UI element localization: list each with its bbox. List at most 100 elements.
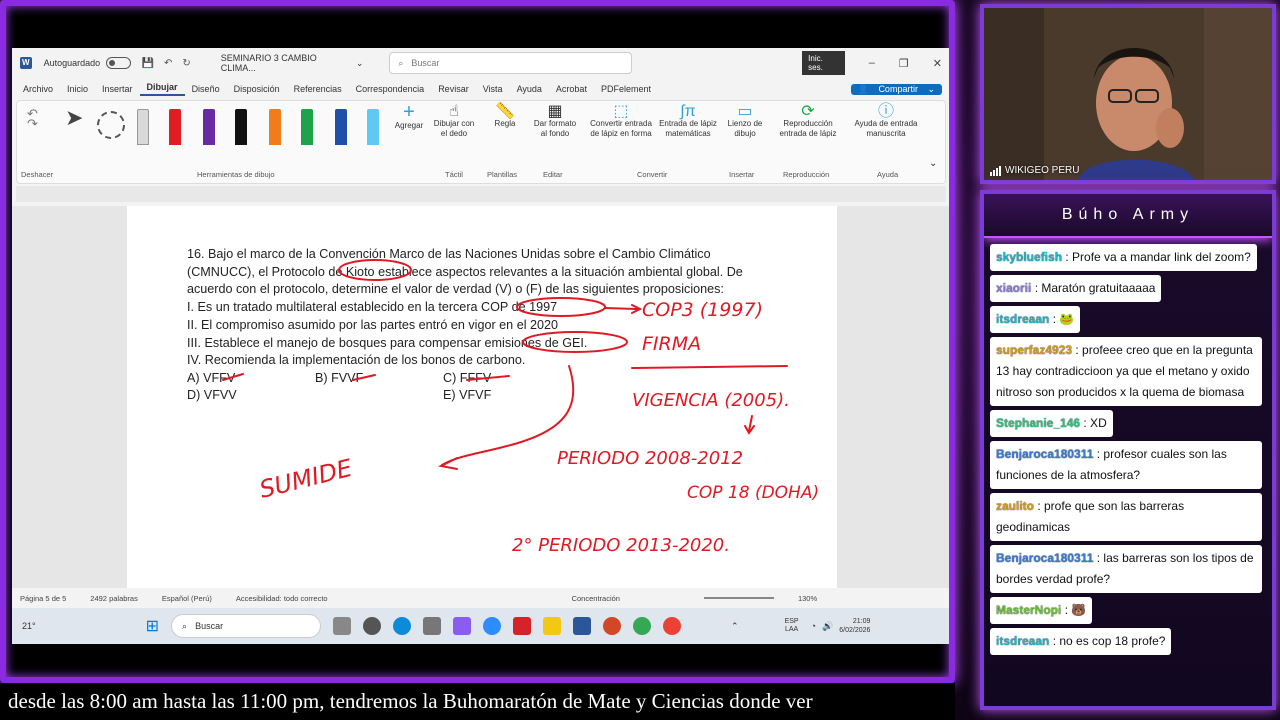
word-taskbar-icon[interactable] bbox=[573, 617, 592, 635]
blue-pen-icon[interactable] bbox=[335, 109, 347, 145]
minimize-icon[interactable]: – bbox=[869, 57, 875, 70]
redo-icon[interactable]: ↻ bbox=[182, 58, 190, 69]
chrome-icon[interactable] bbox=[633, 617, 652, 635]
ink-note: COP 18 (DOHA) bbox=[687, 483, 819, 503]
clock[interactable]: 21:09 6/02/2026 bbox=[839, 617, 870, 635]
undo-group-label: Deshacer bbox=[21, 170, 54, 179]
menu-vista[interactable]: Vista bbox=[476, 84, 510, 94]
language-indicator[interactable]: ESP LAA bbox=[785, 618, 799, 634]
document-title[interactable]: SEMINARIO 3 CAMBIO CLIMA... ⌄ bbox=[221, 53, 364, 73]
menu-referencias[interactable]: Referencias bbox=[287, 84, 349, 94]
page-count[interactable]: Página 5 de 5 bbox=[20, 594, 66, 603]
title-bar: W Autoguardado 💾 ↶ ↻ SEMINARIO 3 CAMBIO … bbox=[12, 48, 949, 78]
volume-icon[interactable]: 🔊 bbox=[822, 621, 833, 632]
chat-username[interactable]: skybluefish bbox=[996, 250, 1062, 264]
ink-arrow-cop3 bbox=[604, 307, 638, 310]
edge-icon[interactable] bbox=[393, 617, 412, 635]
menu-acrobat[interactable]: Acrobat bbox=[549, 84, 594, 94]
chat-username[interactable]: Benjaroca180311 bbox=[996, 447, 1093, 461]
weather-widget[interactable]: 21° bbox=[22, 621, 36, 631]
task-view-icon[interactable] bbox=[333, 617, 352, 635]
purple-pen-icon[interactable] bbox=[203, 109, 215, 145]
menu-pdfelement[interactable]: PDFelement bbox=[594, 84, 658, 94]
copilot-icon[interactable] bbox=[453, 617, 472, 635]
chat-message: skybluefish : Profe va a mandar link del… bbox=[990, 244, 1257, 271]
menu-disposicion[interactable]: Disposición bbox=[227, 84, 287, 94]
draw-with-finger-button[interactable]: ☝ Dibujar con el dedo bbox=[431, 104, 477, 139]
format-background-button[interactable]: ▦ Dar formato al fondo bbox=[531, 104, 579, 139]
autosave-label: Autoguardado bbox=[43, 58, 101, 68]
menu-ayuda[interactable]: Ayuda bbox=[510, 84, 549, 94]
chat-username[interactable]: Benjaroca180311 bbox=[996, 551, 1093, 565]
zoom-app-icon[interactable] bbox=[483, 617, 502, 635]
menu-dibujar[interactable]: Dibujar bbox=[139, 82, 185, 96]
windows-start-icon[interactable]: ⊞ bbox=[146, 616, 159, 636]
menu-revisar[interactable]: Revisar bbox=[431, 84, 476, 94]
tray-chevron-icon[interactable]: ⌃ bbox=[731, 621, 739, 632]
calculator-icon[interactable] bbox=[423, 617, 442, 635]
app-icon[interactable] bbox=[363, 617, 382, 635]
menu-diseno[interactable]: Diseño bbox=[185, 84, 227, 94]
ink-to-math-button[interactable]: ∫π Entrada de lápiz matemáticas bbox=[657, 104, 719, 139]
search-input[interactable]: ⌕ Buscar bbox=[389, 52, 633, 74]
canvas-icon: ▭ bbox=[737, 103, 753, 120]
file-explorer-icon[interactable] bbox=[543, 617, 562, 635]
templates-group-label: Plantillas bbox=[487, 170, 518, 179]
chat-text: : no es cop 18 profe? bbox=[1052, 634, 1166, 648]
ribbon-collapse-icon[interactable]: ⌄ bbox=[929, 159, 937, 169]
add-pen-button[interactable]: + Agregar bbox=[391, 102, 427, 131]
ruler-button[interactable]: 📏 Regla bbox=[487, 104, 523, 129]
chat-username[interactable]: MasterNopi bbox=[996, 603, 1061, 617]
chat-username[interactable]: zaulito bbox=[996, 499, 1034, 513]
document-page[interactable]: 16. Bajo el marco de la Convención Marco… bbox=[127, 206, 837, 588]
chat-username[interactable]: itsdreaan bbox=[996, 634, 1049, 648]
drawing-canvas-button[interactable]: ▭ Lienzo de dibujo bbox=[725, 104, 765, 139]
horizontal-ruler bbox=[16, 186, 946, 202]
language-status[interactable]: Español (Perú) bbox=[162, 594, 212, 603]
sign-in-button[interactable]: Inic. ses. bbox=[802, 51, 845, 75]
ink-replay-button[interactable]: ⟳ Reproducción entrada de lápiz bbox=[773, 104, 843, 139]
help-group-label: Ayuda bbox=[877, 170, 899, 179]
autosave-toggle[interactable] bbox=[106, 57, 132, 69]
word-count[interactable]: 2492 palabras bbox=[90, 594, 138, 603]
menu-inicio[interactable]: Inicio bbox=[60, 84, 95, 94]
chat-username[interactable]: Stephanie_146 bbox=[996, 416, 1080, 430]
menu-archivo[interactable]: Archivo bbox=[16, 84, 60, 94]
close-icon[interactable]: ✕ bbox=[933, 57, 942, 70]
plus-icon: + bbox=[403, 101, 415, 123]
undo-ribbon-icon[interactable]: ↶ ↷ bbox=[27, 107, 38, 130]
finger-icon: ☝ bbox=[449, 103, 459, 120]
accessibility-status[interactable]: Accesibilidad: todo correcto bbox=[236, 594, 328, 603]
chat-username[interactable]: itsdreaan bbox=[996, 312, 1049, 326]
select-cursor-icon[interactable]: ➤ bbox=[65, 107, 83, 129]
red-pen-icon[interactable] bbox=[169, 109, 181, 145]
webcam-feed bbox=[984, 8, 1272, 180]
restore-icon[interactable]: ❐ bbox=[899, 57, 909, 70]
document-area: 16. Bajo el marco de la Convención Marco… bbox=[12, 206, 949, 588]
undo-icon[interactable]: ↶ bbox=[164, 58, 172, 69]
zoom-level[interactable]: 130% bbox=[798, 594, 817, 603]
chrome-profile-icon[interactable] bbox=[663, 617, 682, 635]
taskbar-search[interactable]: ⌕ Buscar bbox=[171, 614, 322, 638]
share-button[interactable]: 👤 Compartir ⌄ bbox=[850, 83, 942, 95]
menu-correspondencia[interactable]: Correspondencia bbox=[349, 84, 432, 94]
acrobat-icon[interactable] bbox=[513, 617, 532, 635]
ink-to-shape-button[interactable]: ⬚ Convertir entrada de lápiz en forma bbox=[587, 104, 655, 139]
focus-mode[interactable]: Concentración bbox=[572, 594, 620, 603]
zoom-slider[interactable] bbox=[703, 597, 774, 599]
light-blue-pen-icon[interactable] bbox=[367, 109, 379, 145]
lasso-icon[interactable] bbox=[97, 111, 125, 139]
orange-pen-icon[interactable] bbox=[269, 109, 281, 145]
ink-help-button[interactable]: ⓘ Ayuda de entrada manuscrita bbox=[851, 104, 921, 139]
powerpoint-icon[interactable] bbox=[603, 617, 622, 635]
menu-insertar[interactable]: Insertar bbox=[95, 84, 140, 94]
chat-username[interactable]: xiaorii bbox=[996, 281, 1031, 295]
green-highlighter-icon[interactable] bbox=[301, 109, 313, 145]
ink-circle-cop1997 bbox=[516, 297, 606, 317]
eraser-icon[interactable] bbox=[137, 109, 149, 145]
wifi-icon[interactable]: ◔ bbox=[811, 621, 816, 631]
word-app-icon: W bbox=[20, 57, 32, 69]
save-icon[interactable]: 💾 bbox=[141, 58, 153, 69]
black-pen-icon[interactable] bbox=[235, 109, 247, 145]
chat-username[interactable]: superfaz4923 bbox=[996, 343, 1072, 357]
